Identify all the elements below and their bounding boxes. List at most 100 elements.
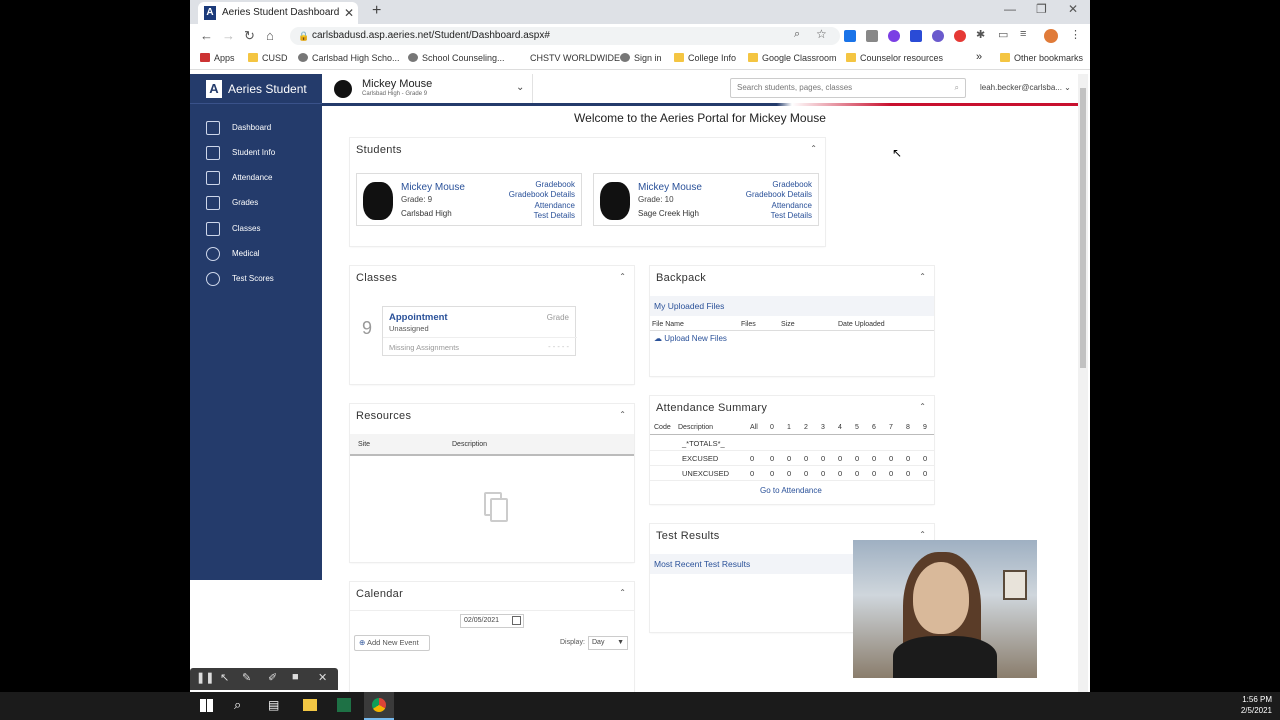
system-clock[interactable]: 1:56 PM 2/5/2021 [1241, 694, 1272, 716]
collapse-icon[interactable]: ⌃ [919, 402, 926, 411]
pointer-icon[interactable]: ↖ [220, 671, 229, 684]
windows-start-icon[interactable] [200, 699, 213, 712]
pause-icon[interactable]: ❚❚ [196, 671, 214, 684]
reading-list-icon[interactable]: ≡ [1020, 28, 1026, 40]
test-details-link[interactable]: Test Details [534, 211, 575, 220]
student-card[interactable]: Mickey Mouse Grade: 9 Carlsbad High Grad… [356, 173, 582, 226]
sidebar-item-label: Student Info [232, 148, 276, 157]
close-tab-icon[interactable]: ✕ [344, 2, 354, 24]
extension-icon[interactable] [932, 30, 944, 42]
sidebar-item-student-info[interactable]: Student Info [190, 141, 322, 165]
highlighter-icon[interactable]: ✐ [268, 671, 277, 684]
attendance-link[interactable]: Attendance [535, 201, 575, 210]
collapse-icon[interactable]: ⌃ [619, 272, 626, 281]
file-explorer-icon[interactable] [303, 699, 317, 711]
bookmark-counselor-resources[interactable]: Counselor resources [846, 53, 943, 63]
divider [350, 610, 634, 611]
page-scrollbar[interactable] [1078, 74, 1088, 692]
close-icon[interactable]: ✕ [318, 671, 327, 684]
bookmark-label: Carlsbad High Scho... [312, 53, 400, 63]
star-icon[interactable]: ☆ [816, 27, 827, 41]
go-to-attendance-link[interactable]: Go to Attendance [760, 486, 822, 495]
chrome-taskbar-button[interactable] [364, 692, 394, 720]
collapse-icon[interactable]: ⌃ [810, 144, 817, 153]
bookmark-cusd[interactable]: CUSD [248, 53, 288, 63]
attendance-count: 0 [889, 469, 894, 478]
bookmark-other[interactable]: Other bookmarks [1000, 53, 1083, 63]
sidebar-item-test-scores[interactable]: Test Scores [190, 267, 322, 291]
bookmark-google-classroom[interactable]: Google Classroom [748, 53, 837, 63]
forward-arrow-icon[interactable]: → [222, 28, 235, 43]
extension-icon[interactable] [954, 30, 966, 42]
page-title: Welcome to the Aeries Portal for Mickey … [574, 111, 826, 125]
puzzle-icon[interactable]: ✱ [976, 28, 985, 41]
extension-icon[interactable] [910, 30, 922, 42]
cast-icon[interactable]: ▭ [998, 28, 1008, 41]
gradebook-link[interactable]: Gradebook [535, 180, 575, 189]
class-card[interactable]: Appointment Unassigned Grade Missing Ass… [382, 306, 577, 356]
plus-circle-icon: ⊕ [359, 638, 366, 647]
search-icon[interactable]: ⌕ [234, 697, 241, 713]
camera-icon[interactable]: ■ [292, 671, 299, 683]
gradebook-link[interactable]: Gradebook [772, 180, 812, 189]
extension-icon[interactable] [888, 30, 900, 42]
bookmark-carlsbad-high[interactable]: Carlsbad High Scho... [298, 53, 400, 63]
extension-icon[interactable] [866, 30, 878, 42]
gradebook-details-link[interactable]: Gradebook Details [509, 190, 575, 199]
upload-files-link[interactable]: ☁ Upload New Files [654, 334, 727, 343]
zoom-icon[interactable]: ⌕ [794, 28, 800, 41]
bookmark-college-info[interactable]: College Info [674, 53, 736, 63]
profile-avatar[interactable] [1044, 29, 1058, 43]
sidebar-item-classes[interactable]: Classes [190, 217, 322, 241]
class-name[interactable]: Appointment [389, 312, 448, 323]
extension-icon[interactable] [844, 30, 856, 42]
scrollbar-thumb[interactable] [1080, 88, 1086, 368]
minimize-icon[interactable]: — [1004, 2, 1016, 16]
collapse-icon[interactable]: ⌃ [919, 530, 926, 539]
tab-bar: A Aeries Student Dashboard ✕ + — ❐ ✕ [190, 0, 1090, 24]
user-menu[interactable]: leah.becker@carlsba... ⌄ [980, 83, 1071, 92]
test-details-link[interactable]: Test Details [771, 211, 812, 220]
gradebook-details-link[interactable]: Gradebook Details [746, 190, 812, 199]
bookmark-sign-in[interactable]: Sign in [620, 53, 662, 63]
student-card-name[interactable]: Mickey Mouse [401, 182, 465, 193]
student-card[interactable]: Mickey Mouse Grade: 10 Sage Creek High G… [593, 173, 819, 226]
browser-tab[interactable]: A Aeries Student Dashboard ✕ [198, 2, 358, 24]
excel-icon[interactable] [337, 698, 351, 712]
add-new-event-button[interactable]: ⊕ Add New Event [354, 635, 430, 651]
collapse-icon[interactable]: ⌃ [619, 410, 626, 419]
col-header: Code [654, 424, 671, 431]
student-card-name[interactable]: Mickey Mouse [638, 182, 702, 193]
student-card-school: Sage Creek High [638, 209, 699, 218]
a-plus-icon [206, 272, 220, 286]
col-header: Files [741, 321, 756, 328]
bookmark-school-counseling[interactable]: School Counseling... [408, 53, 505, 63]
url-field[interactable]: 🔒 carlsbadusd.asp.aeries.net/Student/Das… [290, 27, 840, 45]
bookmarks-overflow[interactable]: » [976, 51, 982, 63]
home-icon[interactable]: ⌂ [266, 28, 274, 43]
reload-icon[interactable]: ↻ [244, 28, 255, 44]
bookmark-apps[interactable]: Apps [200, 53, 235, 63]
back-arrow-icon[interactable]: ← [200, 28, 213, 43]
aeries-logo[interactable]: A Aeries Student [190, 74, 322, 104]
task-view-icon[interactable]: ▤ [268, 698, 279, 712]
search-input[interactable]: Search students, pages, classes ⌕ [730, 78, 966, 98]
menu-dots-icon[interactable]: ⋮ [1070, 28, 1081, 41]
sidebar-item-medical[interactable]: Medical [190, 242, 322, 266]
collapse-icon[interactable]: ⌃ [619, 588, 626, 597]
bookmark-chstv[interactable]: CHSTV WORLDWIDE [530, 53, 620, 63]
sidebar-item-attendance[interactable]: Attendance [190, 166, 322, 190]
collapse-icon[interactable]: ⌃ [919, 272, 926, 281]
display-select[interactable]: Day ▼ [588, 636, 628, 650]
calendar-picker-icon[interactable] [512, 616, 521, 625]
pen-icon[interactable]: ✎ [242, 671, 251, 684]
bookmark-label: Apps [214, 53, 235, 63]
attendance-count: 0 [787, 454, 792, 463]
new-tab-button[interactable]: + [372, 2, 381, 20]
attendance-link[interactable]: Attendance [772, 201, 812, 210]
close-window-icon[interactable]: ✕ [1068, 2, 1078, 16]
restore-icon[interactable]: ❐ [1036, 2, 1047, 16]
student-selector[interactable]: Mickey Mouse Carlsbad High - Grade 9 ⌄ [332, 76, 532, 102]
sidebar-item-dashboard[interactable]: Dashboard [190, 116, 322, 140]
sidebar-item-grades[interactable]: Grades [190, 191, 322, 215]
